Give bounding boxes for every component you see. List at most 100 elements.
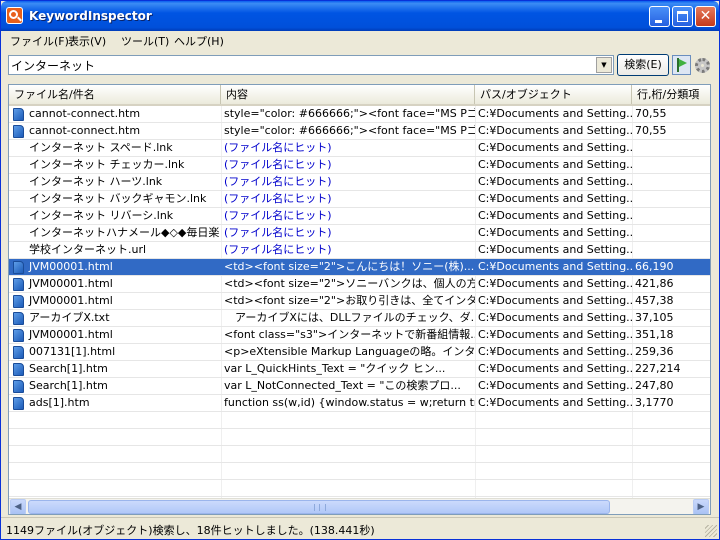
cell-content: (ファイル名にヒット)	[224, 175, 332, 188]
flag-button[interactable]	[672, 55, 691, 75]
empty-row	[9, 463, 710, 480]
cell-path: C:¥Documents and Setting...	[478, 107, 632, 120]
cell-path: C:¥Documents and Setting...	[478, 192, 632, 205]
empty-row	[9, 412, 710, 429]
search-button[interactable]: 検索(E)	[617, 54, 669, 76]
cell-content: style="color: #666666;"><font face="MS P…	[224, 107, 475, 120]
column-header-position[interactable]: 行,桁/分類項	[632, 85, 710, 104]
cell-content: (ファイル名にヒット)	[224, 141, 332, 154]
table-row[interactable]: 007131[1].html <p>eXtensible Markup Langu…	[9, 344, 710, 361]
status-bar: 1149ファイル(オブジェクト)検索し、18件ヒットしました。(138.441秒…	[1, 517, 719, 539]
table-row[interactable]: インターネット リバーシ.lnk (ファイル名にヒット) C:¥Documents …	[9, 208, 710, 225]
cell-name: JVM00001.html	[29, 260, 113, 273]
html-file-icon	[13, 363, 24, 376]
cell-name: JVM00001.html	[29, 328, 113, 341]
html-file-icon	[13, 397, 24, 410]
table-row[interactable]: インターネット チェッカー.lnk (ファイル名にヒット) C:¥Documents…	[9, 157, 710, 174]
title-bar[interactable]: KeywordInspector ✕	[1, 1, 719, 31]
green-flag-icon	[677, 58, 687, 72]
close-button[interactable]: ✕	[695, 6, 716, 27]
cell-content: (ファイル名にヒット)	[224, 226, 332, 239]
app-window: KeywordInspector ✕ ファイル(F) 表示(V) ツール(T) …	[0, 0, 720, 540]
table-row[interactable]: インターネット ハーツ.lnk (ファイル名にヒット) C:¥Documents a…	[9, 174, 710, 191]
cell-path: C:¥Documents and Setting...	[478, 311, 632, 324]
cell-content: var L_QuickHints_Text = "クイック ヒン...	[224, 362, 446, 375]
cell-path: C:¥Documents and Setting...	[478, 141, 632, 154]
search-combobox[interactable]: ▼	[8, 55, 614, 75]
cell-path: C:¥Documents and Setting...	[478, 260, 632, 273]
status-text: 1149ファイル(オブジェクト)検索し、18件ヒットしました。(138.441秒…	[6, 524, 375, 537]
cell-path: C:¥Documents and Setting...	[478, 209, 632, 222]
table-row[interactable]: インターネット バックギャモン.lnk (ファイル名にヒット) C:¥Documen…	[9, 191, 710, 208]
gear-icon	[695, 58, 710, 73]
cell-path: C:¥Documents and Setting...	[478, 379, 632, 392]
cell-path: C:¥Documents and Setting...	[478, 294, 632, 307]
table-row[interactable]: cannot-connect.htm style="color: #666666;…	[9, 123, 710, 140]
cell-name: Search[1].htm	[29, 362, 108, 375]
cell-pos	[632, 174, 710, 190]
magnifier-app-icon[interactable]	[6, 7, 23, 24]
table-row[interactable]: JVM00001.html <td><font size="2">ソニーバンクは、…	[9, 276, 710, 293]
cell-content: var L_NotConnected_Text = "この検索プロ...	[224, 379, 461, 392]
table-row[interactable]: JVM00001.html <td><font size="2">こんにちは！ソニ…	[9, 259, 710, 276]
table-row[interactable]: Search[1].htm var L_NotConnected_Text = "…	[9, 378, 710, 395]
column-header-name[interactable]: ファイル名/件名	[9, 85, 221, 104]
menu-file[interactable]: ファイル(F)	[10, 33, 69, 49]
minimize-button[interactable]	[649, 6, 670, 27]
table-row[interactable]: アーカイブX.txt アーカイブXには、DLLファイルのチェック、ダ... C:¥…	[9, 310, 710, 327]
column-header-path[interactable]: パス/オブジェクト	[475, 85, 632, 104]
cell-pos: 37,105	[635, 311, 674, 324]
menu-tools[interactable]: ツール(T)	[121, 33, 169, 49]
cell-content: (ファイル名にヒット)	[224, 192, 332, 205]
empty-row	[9, 480, 710, 497]
cell-content: <p>eXtensible Markup Languageの略。インター...	[224, 345, 475, 358]
cell-name: ads[1].htm	[29, 396, 90, 409]
dropdown-arrow-icon[interactable]: ▼	[596, 57, 612, 73]
results-list[interactable]: ファイル名/件名 内容 パス/オブジェクト 行,桁/分類項 cannot-con…	[8, 84, 711, 515]
table-row[interactable]: cannot-connect.htm style="color: #666666;…	[9, 106, 710, 123]
scroll-right-arrow-icon[interactable]: ▶	[693, 499, 709, 514]
horizontal-scrollbar[interactable]: ◀ ▶	[9, 498, 710, 514]
cell-pos: 70,55	[635, 124, 667, 137]
menu-help[interactable]: ヘルプ(H)	[174, 33, 224, 49]
cell-path: C:¥Documents and Setting...	[478, 175, 632, 188]
cell-pos: 70,55	[635, 107, 667, 120]
cell-content: アーカイブXには、DLLファイルのチェック、ダ...	[224, 311, 475, 324]
cell-name: インターネット リバーシ.lnk	[29, 209, 174, 222]
cell-pos: 3,1770	[635, 396, 674, 409]
cell-path: C:¥Documents and Setting...	[478, 226, 632, 239]
menu-view[interactable]: 表示(V)	[68, 33, 106, 49]
table-row[interactable]: 学校インターネット.url (ファイル名にヒット) C:¥Documents and…	[9, 242, 710, 259]
cell-pos: 66,190	[635, 260, 674, 273]
cell-content: <td><font size="2">ソニーバンクは、個人の方...	[224, 277, 475, 290]
table-row[interactable]: Search[1].htm var L_QuickHints_Text = "クイ…	[9, 361, 710, 378]
cell-path: C:¥Documents and Setting...	[478, 362, 632, 375]
maximize-button[interactable]	[672, 6, 693, 27]
table-row[interactable]: JVM00001.html <td><font size="2">お取り引きは、全…	[9, 293, 710, 310]
table-row[interactable]: インターネット スペード.lnk (ファイル名にヒット) C:¥Documents …	[9, 140, 710, 157]
column-header-content[interactable]: 内容	[221, 85, 475, 104]
cell-content: <td><font size="2">お取り引きは、全てインター...	[224, 294, 475, 307]
search-input[interactable]	[11, 57, 595, 73]
html-file-icon	[13, 380, 24, 393]
table-row[interactable]: JVM00001.html <font class="s3">インターネットで新番…	[9, 327, 710, 344]
cell-path: C:¥Documents and Setting...	[478, 158, 632, 171]
menu-bar: ファイル(F) 表示(V) ツール(T) ヘルプ(H)	[4, 31, 718, 49]
cell-content: style="color: #666666;"><font face="MS P…	[224, 124, 475, 137]
scrollbar-thumb[interactable]	[28, 500, 610, 514]
scroll-left-arrow-icon[interactable]: ◀	[10, 499, 26, 514]
settings-button[interactable]	[692, 55, 711, 75]
table-row[interactable]: ads[1].htm function ss(w,id) {window.stat…	[9, 395, 710, 412]
empty-row	[9, 446, 710, 463]
empty-row	[9, 429, 710, 446]
cell-content: function ss(w,id) {window.status = w;ret…	[224, 396, 475, 409]
table-row[interactable]: インターネットハナメール◆◇◆毎日楽 (ファイル名にヒット) C:¥Document…	[9, 225, 710, 242]
cell-pos	[632, 191, 710, 207]
close-icon: ✕	[699, 8, 712, 24]
cell-pos: 421,86	[635, 277, 674, 290]
list-header: ファイル名/件名 内容 パス/オブジェクト 行,桁/分類項	[9, 85, 710, 106]
html-file-icon	[13, 125, 24, 138]
cell-name: インターネット スペード.lnk	[29, 141, 173, 154]
resize-grip-icon[interactable]	[705, 525, 717, 537]
cell-path: C:¥Documents and Setting...	[478, 124, 632, 137]
